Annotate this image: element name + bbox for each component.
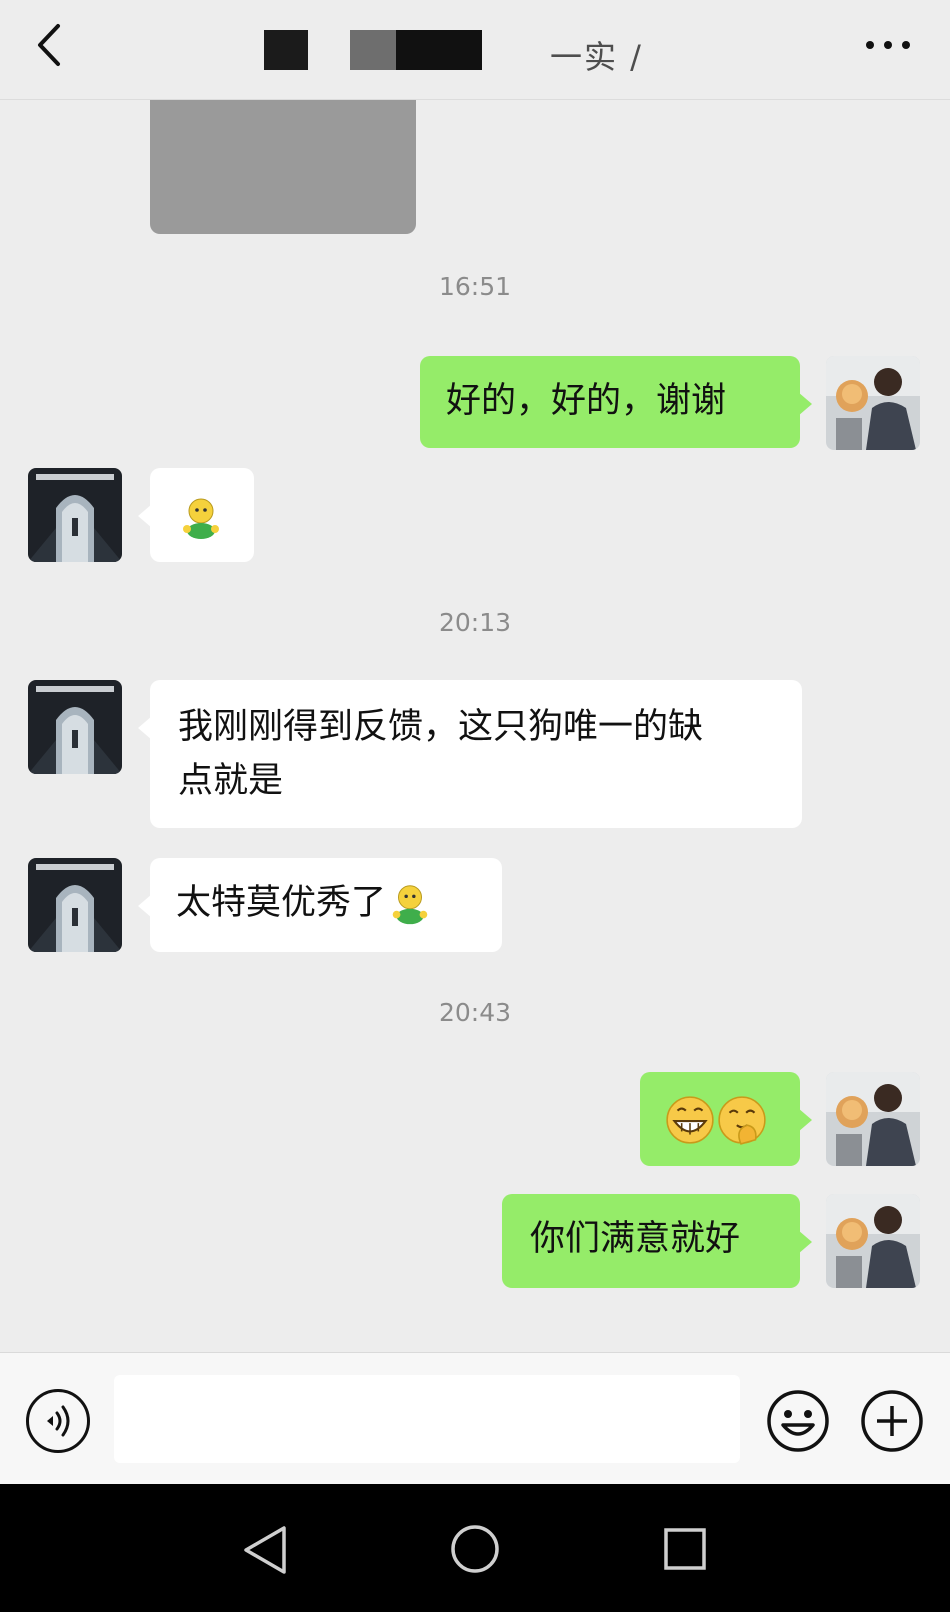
message-input[interactable] (114, 1375, 740, 1463)
timestamp: 20:13 (438, 608, 512, 637)
snicker-emoji-icon (718, 1096, 766, 1145)
contact-message-bubble[interactable]: 我刚刚得到反馈，这只狗唯一的缺 点就是 (138, 680, 802, 828)
timestamp: 20:43 (438, 998, 512, 1027)
plus-icon (861, 1390, 923, 1452)
my-message-bubble[interactable]: 你们满意就好 (502, 1194, 812, 1288)
avatar-photo-corridor (28, 468, 122, 562)
nav-recent-apps-button[interactable] (662, 1526, 708, 1572)
chat-title: 一实 / (250, 26, 680, 76)
redacted-title-block (264, 30, 308, 70)
contact-avatar[interactable] (28, 858, 122, 952)
input-bar (0, 1352, 950, 1484)
avatar-photo-corridor (28, 858, 122, 952)
more-options-button[interactable] (866, 30, 910, 60)
message-text: 太特莫优秀了 (176, 883, 387, 923)
my-message-bubble[interactable] (640, 1072, 812, 1166)
tutu-emoji-icon (183, 498, 219, 539)
grin-emoji-icon (666, 1096, 714, 1144)
nav-recent-icon (664, 1528, 706, 1570)
title-fragment: 一实 / (550, 38, 643, 76)
emoji-button[interactable] (766, 1389, 830, 1453)
chevron-left-icon (38, 24, 60, 66)
system-navigation-bar (0, 1484, 950, 1612)
nav-home-button[interactable] (450, 1524, 500, 1574)
avatar-photo-man-with-dog (826, 356, 920, 450)
avatar-photo-man-with-dog (826, 1072, 920, 1166)
redacted-title-block (396, 30, 482, 70)
my-avatar[interactable] (826, 1072, 920, 1166)
more-functions-button[interactable] (860, 1389, 924, 1453)
nav-back-button[interactable] (240, 1524, 290, 1576)
avatar-photo-corridor (28, 680, 122, 774)
my-message-bubble[interactable]: 好的，好的，谢谢 (420, 356, 812, 448)
chat-header: 一实 / (0, 0, 950, 100)
message-text: 点就是 (178, 761, 284, 801)
redacted-title-block (350, 30, 396, 70)
more-dots-icon (866, 41, 874, 49)
nav-back-icon (244, 1526, 286, 1574)
emoji-icon (767, 1390, 829, 1452)
back-button[interactable] (28, 22, 72, 68)
timestamp: 16:51 (438, 272, 512, 301)
contact-message-bubble[interactable] (138, 468, 254, 562)
voice-button[interactable] (26, 1389, 90, 1453)
nav-home-icon (451, 1525, 499, 1573)
my-avatar[interactable] (826, 356, 920, 450)
tutu-emoji-icon (392, 885, 428, 925)
redacted-image-message[interactable] (150, 100, 416, 234)
contact-avatar[interactable] (28, 468, 122, 562)
my-avatar[interactable] (826, 1194, 920, 1288)
contact-message-bubble[interactable]: 太特莫优秀了 (138, 858, 502, 952)
contact-avatar[interactable] (28, 680, 122, 774)
message-list[interactable]: 16:51 好的，好的，谢谢 20:13 我刚刚得到反馈，这只狗唯一的缺 点就是… (0, 100, 950, 1352)
avatar-photo-man-with-dog (826, 1194, 920, 1288)
message-text: 我刚刚得到反馈，这只狗唯一的缺 (178, 707, 704, 747)
voice-icon (47, 1405, 70, 1437)
